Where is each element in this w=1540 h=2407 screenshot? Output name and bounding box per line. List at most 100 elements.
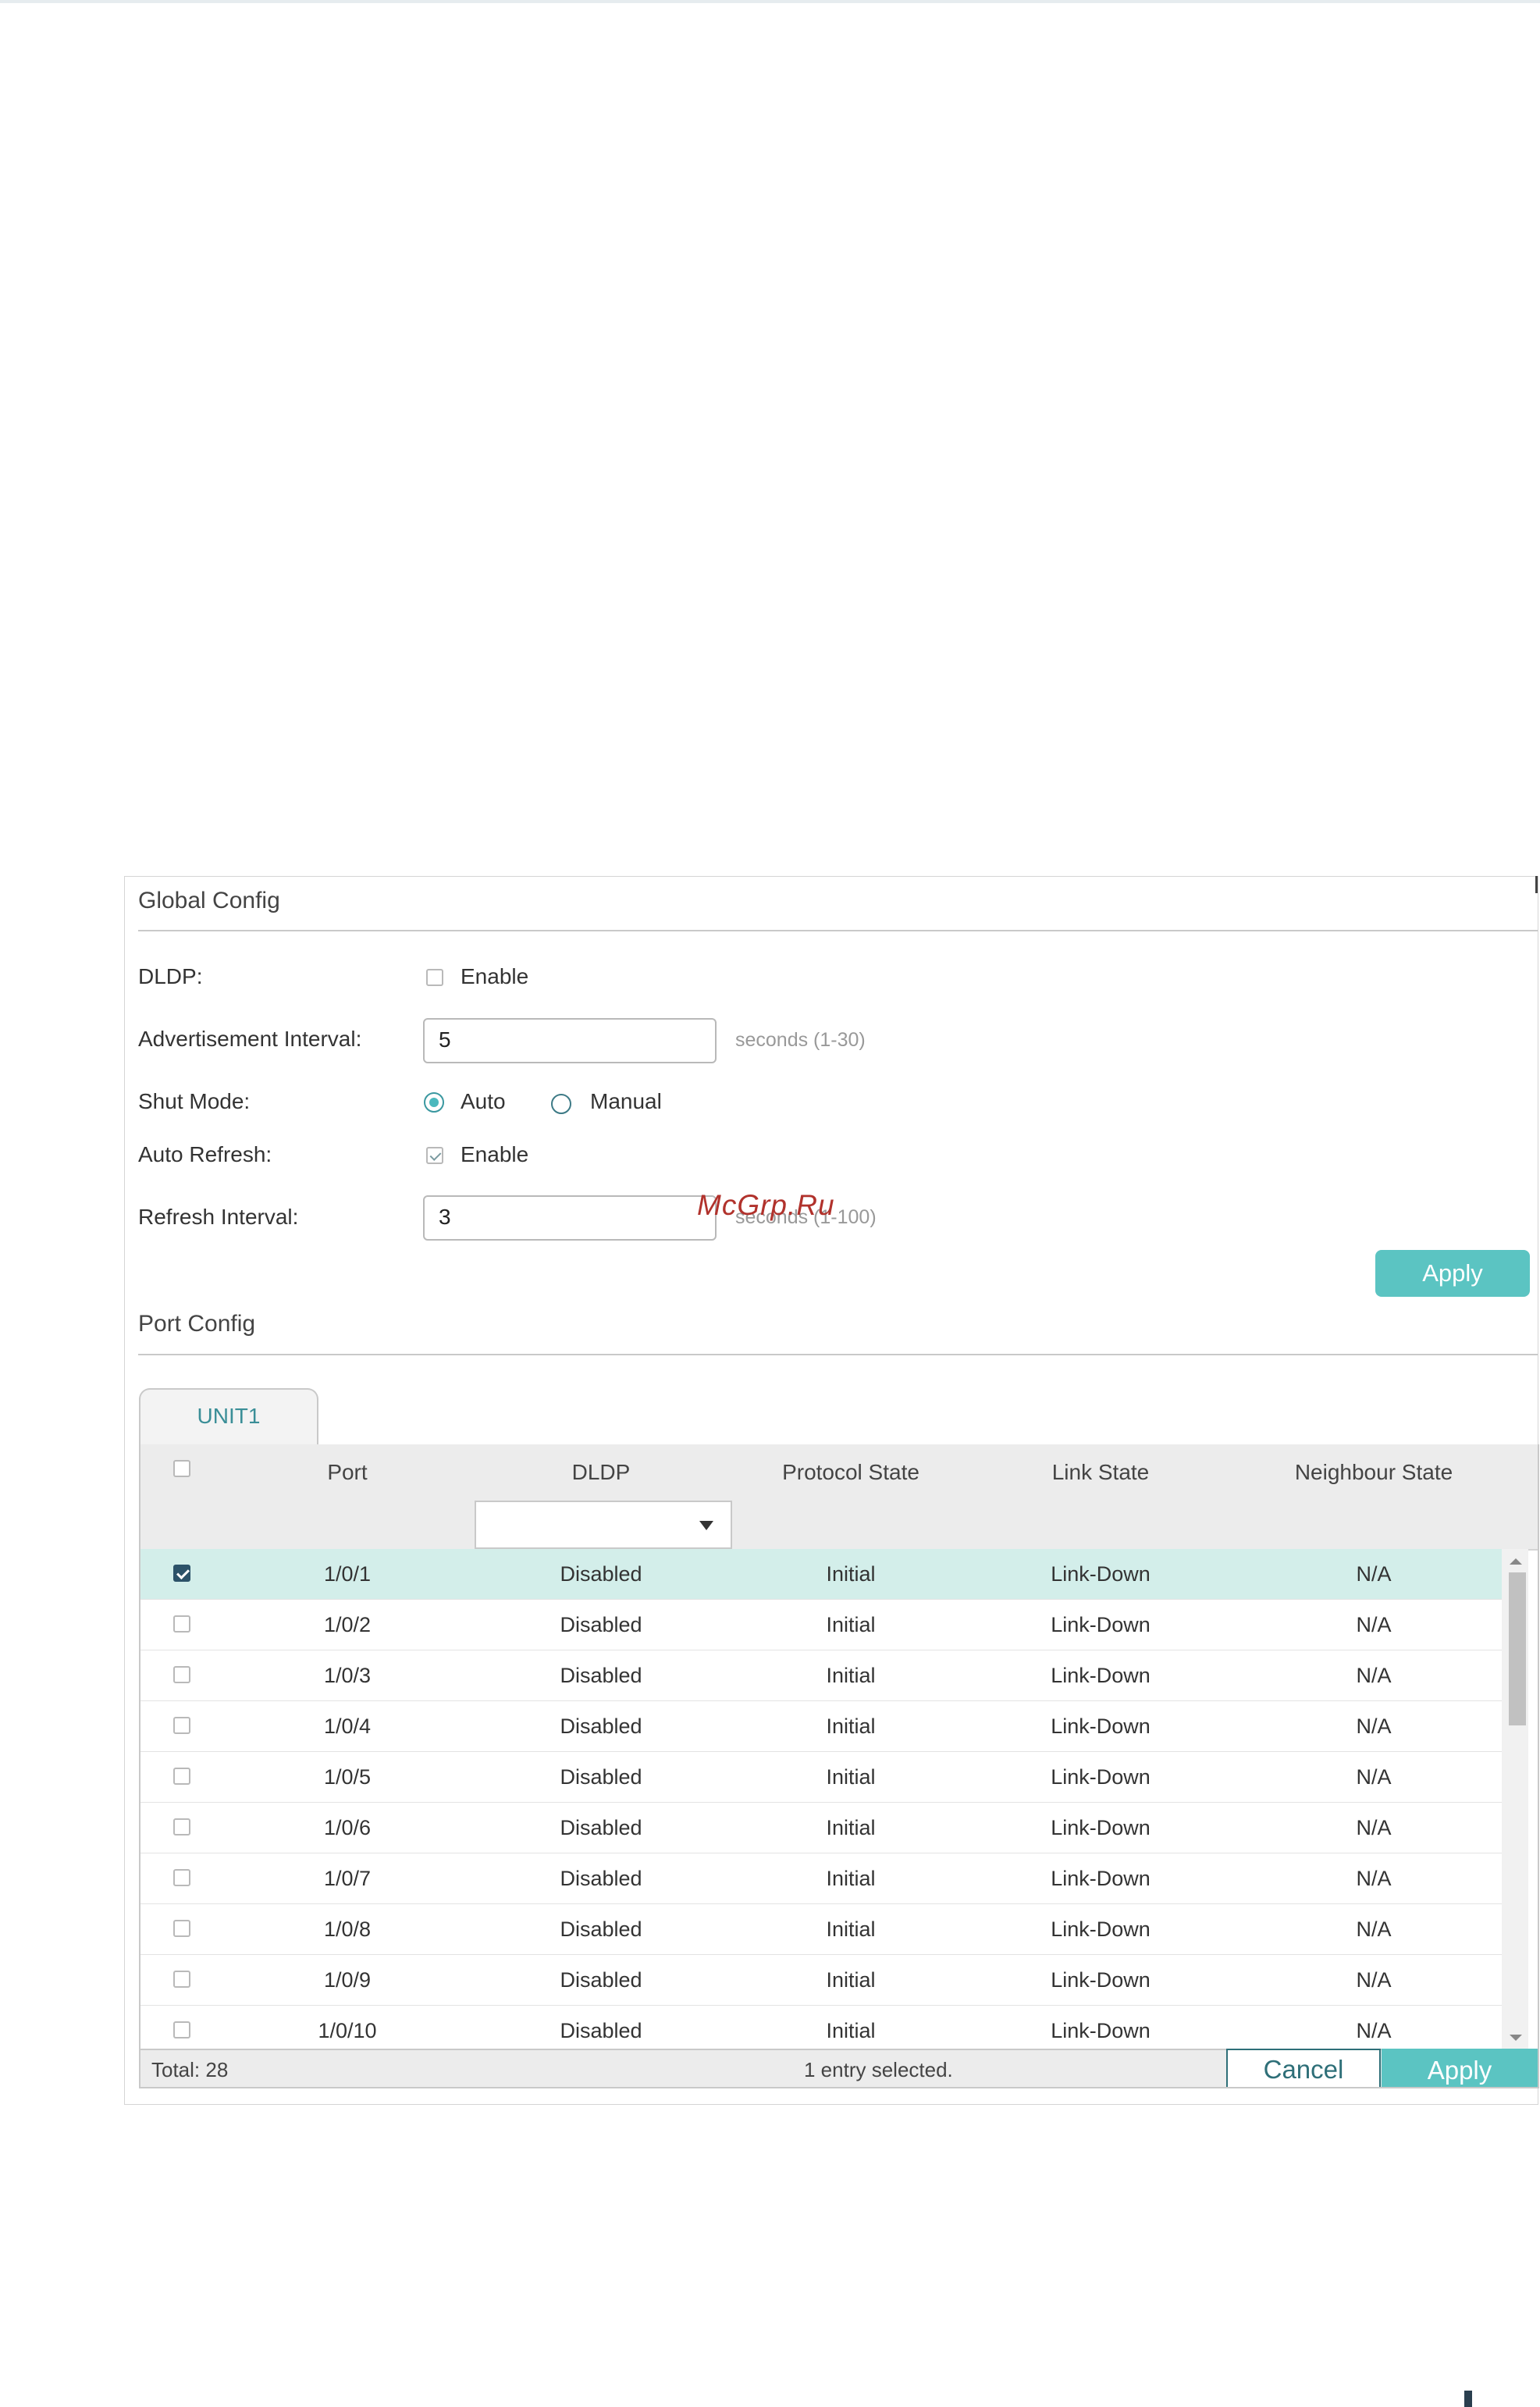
row-select-checkbox[interactable] xyxy=(173,2021,190,2038)
cell-protocol-state: Initial xyxy=(826,1613,876,1636)
table-header: Port DLDP Protocol State Link State Neig… xyxy=(140,1444,1538,1502)
chevron-down-icon xyxy=(699,1521,713,1530)
filter-row xyxy=(140,1501,1538,1551)
table-row[interactable]: 1/0/7 Disabled Initial Link-Down N/A xyxy=(140,1853,1514,1904)
cell-neighbour-state: N/A xyxy=(1356,1765,1392,1789)
cell-port: 1/0/6 xyxy=(323,1816,372,1839)
global-config-title: Global Config xyxy=(138,888,280,913)
dldp-filter-select[interactable] xyxy=(475,1501,732,1549)
cell-port: 1/0/9 xyxy=(323,1968,372,1992)
table-row[interactable]: 1/0/10 Disabled Initial Link-Down N/A xyxy=(140,2006,1514,2049)
auto-refresh-enable-text: Enable xyxy=(461,1142,529,1166)
cell-dldp: Disabled xyxy=(560,1968,642,1992)
scroll-thumb[interactable] xyxy=(1509,1572,1526,1725)
column-header-protocol-state[interactable]: Protocol State xyxy=(734,1444,968,1501)
global-config-divider xyxy=(138,930,1538,931)
column-header-neighbour-state[interactable]: Neighbour State xyxy=(1241,1444,1506,1501)
shut-mode-auto-radio[interactable] xyxy=(424,1092,444,1113)
watermark-text: McGrp.Ru xyxy=(697,1189,835,1221)
cell-port: 1/0/4 xyxy=(323,1714,372,1738)
auto-refresh-label: Auto Refresh: xyxy=(138,1142,272,1166)
panel-corner-mark xyxy=(1535,876,1538,893)
cell-link-state: Link-Down xyxy=(1051,1917,1151,1941)
cell-protocol-state: Initial xyxy=(826,1968,876,1992)
dldp-config-panel: Global Config DLDP: Enable Advertisement… xyxy=(124,876,1539,2105)
cell-neighbour-state: N/A xyxy=(1356,1613,1392,1636)
cell-link-state: Link-Down xyxy=(1051,1714,1151,1738)
cell-neighbour-state: N/A xyxy=(1356,2019,1392,2042)
column-header-dldp[interactable]: DLDP xyxy=(484,1444,718,1501)
table-row[interactable]: 1/0/3 Disabled Initial Link-Down N/A xyxy=(140,1650,1514,1701)
cell-port: 1/0/8 xyxy=(323,1917,372,1941)
row-select-checkbox[interactable] xyxy=(173,1717,190,1734)
table-body: 1/0/1 Disabled Initial Link-Down N/A 1/0/2 Dis… xyxy=(140,1549,1514,2049)
row-select-checkbox[interactable] xyxy=(173,1920,190,1937)
top-border-line xyxy=(0,0,1540,3)
page-corner-mark xyxy=(1464,2391,1472,2407)
cell-port: 1/0/3 xyxy=(323,1664,372,1687)
shut-mode-manual-radio[interactable] xyxy=(551,1094,571,1114)
table-row[interactable]: 1/0/5 Disabled Initial Link-Down N/A xyxy=(140,1752,1514,1803)
port-config-title: Port Config xyxy=(138,1311,256,1337)
tab-unit1[interactable]: UNIT1 xyxy=(139,1388,318,1446)
cell-port: 1/0/1 xyxy=(323,1562,372,1586)
advertisement-interval-label: Advertisement Interval: xyxy=(138,1027,362,1051)
cell-link-state: Link-Down xyxy=(1051,1816,1151,1839)
cell-protocol-state: Initial xyxy=(826,1714,876,1738)
scroll-up-arrow-icon[interactable] xyxy=(1510,1558,1522,1565)
cell-neighbour-state: N/A xyxy=(1356,1968,1392,1992)
port-config-divider xyxy=(138,1354,1538,1355)
cell-dldp: Disabled xyxy=(560,1765,642,1789)
advertisement-interval-input[interactable]: 5 xyxy=(423,1018,717,1063)
table-footer: Total: 28 1 entry selected. Cancel Apply xyxy=(140,2049,1538,2087)
refresh-interval-label: Refresh Interval: xyxy=(138,1205,299,1229)
cell-protocol-state: Initial xyxy=(826,1765,876,1789)
cell-port: 1/0/10 xyxy=(318,2019,377,2042)
table-row[interactable]: 1/0/4 Disabled Initial Link-Down N/A xyxy=(140,1701,1514,1752)
cell-link-state: Link-Down xyxy=(1051,1867,1151,1890)
cancel-button[interactable]: Cancel xyxy=(1226,2049,1381,2087)
cell-dldp: Disabled xyxy=(560,1562,642,1586)
cell-link-state: Link-Down xyxy=(1051,1664,1151,1687)
table-row[interactable]: 1/0/8 Disabled Initial Link-Down N/A xyxy=(140,1904,1514,1955)
dldp-enable-checkbox[interactable] xyxy=(426,969,443,986)
row-select-checkbox[interactable] xyxy=(173,1666,190,1683)
column-header-port[interactable]: Port xyxy=(289,1444,406,1501)
selection-count: 1 entry selected. xyxy=(804,2058,953,2081)
column-header-link-state[interactable]: Link State xyxy=(1007,1444,1194,1501)
cell-dldp: Disabled xyxy=(560,1714,642,1738)
cell-protocol-state: Initial xyxy=(826,1867,876,1890)
refresh-interval-input[interactable]: 3 xyxy=(423,1195,717,1241)
table-row[interactable]: 1/0/6 Disabled Initial Link-Down N/A xyxy=(140,1803,1514,1853)
cell-neighbour-state: N/A xyxy=(1356,1562,1392,1586)
row-select-checkbox[interactable] xyxy=(173,1971,190,1988)
cell-neighbour-state: N/A xyxy=(1356,1664,1392,1687)
cell-protocol-state: Initial xyxy=(826,1562,876,1586)
table-row[interactable]: 1/0/9 Disabled Initial Link-Down N/A xyxy=(140,1955,1514,2006)
dldp-enable-text: Enable xyxy=(461,964,529,988)
cell-link-state: Link-Down xyxy=(1051,2019,1151,2042)
cell-protocol-state: Initial xyxy=(826,1816,876,1839)
cell-protocol-state: Initial xyxy=(826,1917,876,1941)
row-select-checkbox[interactable] xyxy=(173,1565,190,1582)
row-select-checkbox[interactable] xyxy=(173,1615,190,1633)
cell-dldp: Disabled xyxy=(560,1816,642,1839)
row-select-checkbox[interactable] xyxy=(173,1768,190,1785)
advertisement-interval-hint: seconds (1-30) xyxy=(735,1029,866,1051)
port-apply-button[interactable]: Apply xyxy=(1382,2049,1538,2087)
cell-dldp: Disabled xyxy=(560,1613,642,1636)
port-table: Port DLDP Protocol State Link State Neig… xyxy=(139,1444,1539,2088)
select-all-checkbox[interactable] xyxy=(173,1460,190,1477)
table-row[interactable]: 1/0/2 Disabled Initial Link-Down N/A xyxy=(140,1600,1514,1650)
auto-refresh-enable-checkbox[interactable] xyxy=(426,1147,443,1164)
global-apply-button[interactable]: Apply xyxy=(1375,1250,1530,1297)
table-row[interactable]: 1/0/1 Disabled Initial Link-Down N/A xyxy=(140,1549,1514,1600)
cell-port: 1/0/5 xyxy=(323,1765,372,1789)
cell-neighbour-state: N/A xyxy=(1356,1714,1392,1738)
table-scrollbar[interactable] xyxy=(1502,1549,1528,2049)
row-select-checkbox[interactable] xyxy=(173,1818,190,1836)
dldp-label: DLDP: xyxy=(138,964,203,988)
shut-mode-auto-text: Auto xyxy=(461,1089,506,1113)
row-select-checkbox[interactable] xyxy=(173,1869,190,1886)
scroll-down-arrow-icon[interactable] xyxy=(1510,2035,1522,2041)
